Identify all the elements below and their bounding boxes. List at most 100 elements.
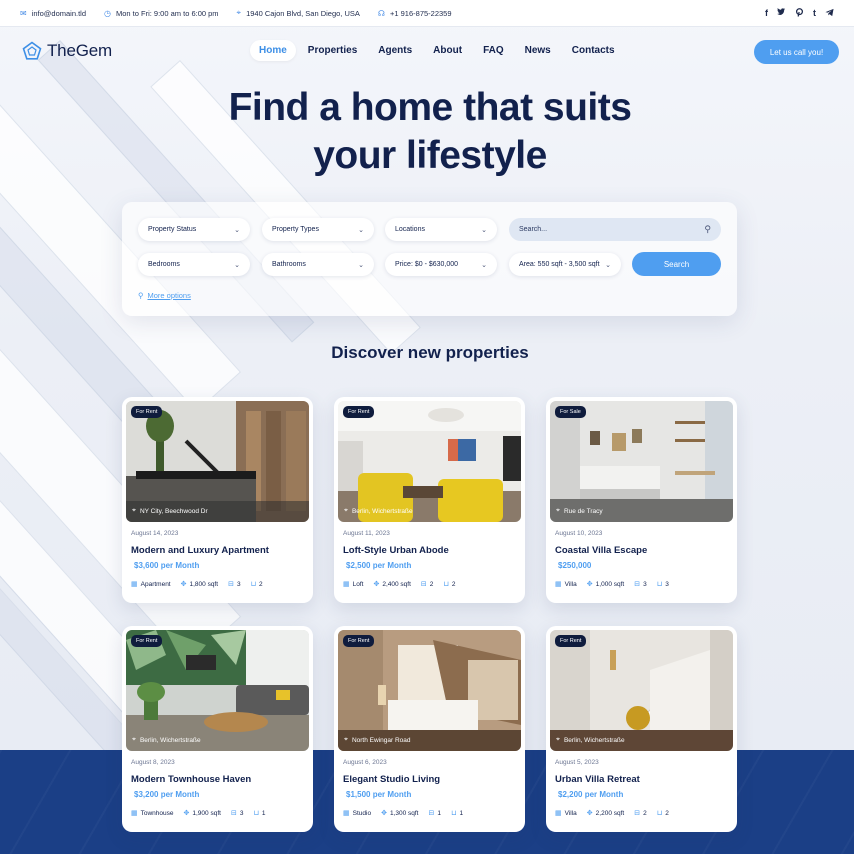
search-icon[interactable]: ⚲ bbox=[704, 224, 711, 235]
nav-news[interactable]: News bbox=[516, 40, 560, 61]
listing-title[interactable]: Modern and Luxury Apartment bbox=[131, 545, 269, 556]
listing-price: $1,500 per Month bbox=[346, 790, 412, 799]
tumblr-icon[interactable]: t bbox=[813, 8, 816, 19]
property-card[interactable]: For Rent ⌖ Berlin, Wichertstraße August … bbox=[122, 626, 313, 832]
property-photo[interactable]: For Sale ⌖ Rue de Tracy bbox=[550, 401, 733, 522]
property-card[interactable]: For Sale ⌖ Rue de Tracy August 10, 2023 … bbox=[546, 397, 737, 603]
listing-location-text: Berlin, Wichertstraße bbox=[351, 507, 413, 515]
area-range-label: Area: 550 sqft - 3,500 sqft bbox=[519, 261, 600, 268]
chevron-down-icon: ⌄ bbox=[358, 261, 364, 269]
feature-area: ✥ 1,300 sqft bbox=[381, 809, 418, 818]
chevron-down-icon: ⌄ bbox=[234, 226, 240, 234]
locations-select[interactable]: Locations ⌄ bbox=[385, 218, 497, 241]
property-photo[interactable]: For Rent ⌖ North Ewingar Road bbox=[338, 630, 521, 751]
price-range-select[interactable]: Price: $0 - $630,000 ⌄ bbox=[385, 253, 497, 276]
telegram-icon[interactable] bbox=[825, 8, 834, 19]
nav-agents[interactable]: Agents bbox=[369, 40, 421, 61]
more-options-link[interactable]: ⚲ More options bbox=[138, 291, 191, 300]
feature-type-text: Apartment bbox=[140, 580, 171, 588]
building-icon: ▦ bbox=[343, 581, 350, 588]
search-input[interactable]: Search... ⚲ bbox=[509, 218, 721, 241]
feature-baths-text: 3 bbox=[665, 580, 669, 588]
property-photo[interactable]: For Rent ⌖ Berlin, Wichertstraße bbox=[550, 630, 733, 751]
area-range-select[interactable]: Area: 550 sqft - 3,500 sqft ⌄ bbox=[509, 253, 621, 276]
property-card[interactable]: For Rent ⌖ Berlin, Wichertstraße August … bbox=[334, 397, 525, 603]
search-button[interactable]: Search bbox=[632, 252, 721, 276]
topbar-hours: ◷ Mon to Fri: 9:00 am to 6:00 pm bbox=[104, 9, 219, 18]
building-icon: ▦ bbox=[555, 581, 562, 588]
listing-location: ⌖ Rue de Tracy bbox=[556, 507, 603, 515]
bath-icon: ⊔ bbox=[451, 810, 457, 817]
listing-location: ⌖ Berlin, Wichertstraße bbox=[344, 507, 413, 515]
site-logo[interactable]: TheGem bbox=[22, 41, 112, 61]
location-pin-icon: ⌖ bbox=[556, 507, 560, 514]
social-links: f t bbox=[765, 8, 834, 19]
listing-location-text: NY City, Beechwood Dr bbox=[139, 507, 208, 515]
listing-title[interactable]: Elegant Studio Living bbox=[343, 774, 440, 785]
nav-properties[interactable]: Properties bbox=[299, 40, 366, 61]
listing-location: ⌖ North Ewingar Road bbox=[344, 736, 410, 744]
feature-type: ▦ Studio bbox=[343, 809, 371, 818]
mail-icon: ✉ bbox=[20, 8, 27, 18]
hours-text: Mon to Fri: 9:00 am to 6:00 pm bbox=[116, 8, 219, 18]
feature-baths: ⊔ 3 bbox=[657, 580, 669, 589]
property-status-select[interactable]: Property Status ⌄ bbox=[138, 218, 250, 241]
call-me-button[interactable]: Let us call you! bbox=[754, 40, 839, 64]
section-title: Discover new properties bbox=[331, 343, 529, 362]
feature-type-text: Townhouse bbox=[140, 809, 174, 817]
property-card[interactable]: For Rent ⌖ Berlin, Wichertstraße August … bbox=[546, 626, 737, 832]
bath-icon: ⊔ bbox=[253, 810, 259, 817]
bathrooms-select[interactable]: Bathrooms ⌄ bbox=[262, 253, 374, 276]
listing-status-badge: For Sale bbox=[555, 406, 586, 418]
feature-baths-text: 1 bbox=[459, 809, 464, 817]
nav-faq[interactable]: FAQ bbox=[474, 40, 513, 61]
location-pin-icon: ⌖ bbox=[556, 736, 560, 743]
feature-area: ✥ 1,000 sqft bbox=[587, 580, 624, 589]
feature-beds: ⊟ 3 bbox=[231, 809, 244, 818]
facebook-icon[interactable]: f bbox=[765, 8, 768, 19]
listing-title[interactable]: Loft-Style Urban Abode bbox=[343, 545, 449, 556]
property-photo[interactable]: For Rent ⌖ NY City, Beechwood Dr bbox=[126, 401, 309, 522]
pinterest-icon[interactable] bbox=[795, 7, 804, 19]
topbar-phone[interactable]: ☊ +1 916-875-22359 bbox=[378, 9, 452, 18]
listing-features: ▦ Villa ✥ 1,000 sqft ⊟ 3 ⊔ 3 bbox=[555, 580, 679, 589]
bed-icon: ⊟ bbox=[428, 810, 435, 817]
hero-title-line1: Find a home that suits bbox=[228, 86, 632, 129]
listing-date: August 8, 2023 bbox=[131, 759, 175, 766]
twitter-icon[interactable] bbox=[777, 7, 786, 19]
area-arrows-icon: ✥ bbox=[180, 581, 187, 588]
bedrooms-select[interactable]: Bedrooms ⌄ bbox=[138, 253, 250, 276]
topbar-email[interactable]: ✉ info@domain.tld bbox=[20, 9, 86, 18]
area-arrows-icon: ✥ bbox=[586, 810, 593, 817]
location-pin-icon: ⌖ bbox=[344, 507, 348, 514]
nav-contacts[interactable]: Contacts bbox=[563, 40, 624, 61]
address-text: 1940 Cajon Blvd, San Diego, USA bbox=[246, 8, 360, 18]
feature-beds: ⊟ 3 bbox=[228, 580, 241, 589]
listing-price: $3,600 per Month bbox=[134, 561, 200, 570]
nav-about[interactable]: About bbox=[424, 40, 471, 61]
listing-features: ▦ Villa ✥ 2,200 sqft ⊟ 2 ⊔ 2 bbox=[555, 809, 679, 818]
chevron-down-icon: ⌄ bbox=[605, 261, 611, 269]
property-photo[interactable]: For Rent ⌖ Berlin, Wichertstraße bbox=[338, 401, 521, 522]
listing-status-badge: For Rent bbox=[555, 635, 587, 647]
listing-title[interactable]: Coastal Villa Escape bbox=[555, 545, 647, 556]
nav-home[interactable]: Home bbox=[250, 40, 296, 61]
listing-location: ⌖ Berlin, Wichertstraße bbox=[132, 736, 201, 744]
listing-title[interactable]: Modern Townhouse Haven bbox=[131, 774, 251, 785]
listing-price: $3,200 per Month bbox=[134, 790, 200, 799]
top-info-bar: ✉ info@domain.tld ◷ Mon to Fri: 9:00 am … bbox=[0, 0, 854, 27]
location-pin-icon: ⌖ bbox=[132, 507, 136, 514]
property-photo[interactable]: For Rent ⌖ Berlin, Wichertstraße bbox=[126, 630, 309, 751]
property-search-panel: Property Status ⌄ Property Types ⌄ Locat… bbox=[122, 202, 737, 316]
listing-title[interactable]: Urban Villa Retreat bbox=[555, 774, 640, 785]
property-types-select[interactable]: Property Types ⌄ bbox=[262, 218, 374, 241]
bed-icon: ⊟ bbox=[634, 581, 641, 588]
property-status-label: Property Status bbox=[148, 226, 197, 233]
property-card[interactable]: For Rent ⌖ North Ewingar Road August 6, … bbox=[334, 626, 525, 832]
more-options-label: More options bbox=[147, 291, 191, 300]
listing-features: ▦ Studio ✥ 1,300 sqft ⊟ 1 ⊔ 1 bbox=[343, 809, 473, 818]
listing-status-badge: For Rent bbox=[131, 406, 163, 418]
feature-beds-text: 3 bbox=[239, 809, 244, 817]
property-card[interactable]: For Rent ⌖ NY City, Beechwood Dr August … bbox=[122, 397, 313, 603]
feature-type: ▦ Townhouse bbox=[131, 809, 174, 818]
